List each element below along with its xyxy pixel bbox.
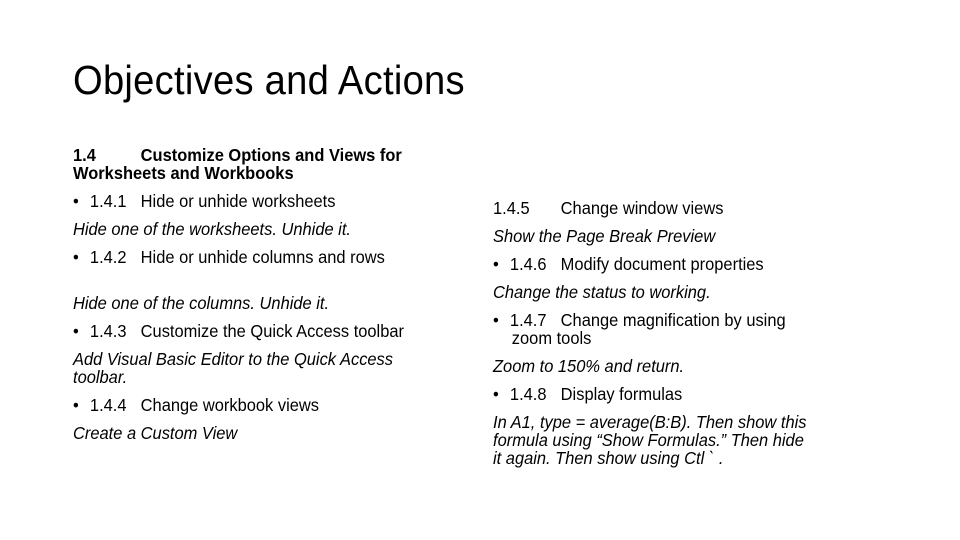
objective-label: Customize the Quick Access toolbar xyxy=(140,321,404,341)
action-text-line2: toolbar. xyxy=(73,367,128,387)
objective-label: Hide or unhide worksheets xyxy=(140,191,336,211)
objective-number: 1.4.7 xyxy=(509,310,547,330)
left-column: 1.4 Customize Options and Views for Works… xyxy=(73,146,473,442)
slide-title: Objectives and Actions xyxy=(73,57,465,103)
action-text-line2: formula using “Show Formulas.” Then hide xyxy=(493,430,804,450)
bullet-icon: • xyxy=(73,321,79,341)
bullet-icon: • xyxy=(73,247,79,267)
objective-item: • 1.4.7 Change magnification by using xyxy=(493,311,869,329)
objective-number: 1.4.1 xyxy=(89,191,127,211)
objective-number: 1.4.2 xyxy=(89,247,127,267)
action-text: Create a Custom View xyxy=(73,423,238,443)
section-title-line1: Customize Options and Views for xyxy=(140,145,402,165)
objective-item: 1.4.5 Change window views xyxy=(493,199,869,217)
objective-number: 1.4.4 xyxy=(89,395,127,415)
action-text-line1: In A1, type = average(B:B). Then show th… xyxy=(493,412,807,432)
objective-item: • 1.4.8 Display formulas xyxy=(493,385,869,403)
objective-item: • 1.4.2 Hide or unhide columns and rows xyxy=(73,248,449,266)
action-text: Change the status to working. xyxy=(493,282,711,302)
bullet-icon: • xyxy=(73,191,79,211)
action-text: Hide one of the columns. Unhide it. xyxy=(73,293,330,313)
objective-number: 1.4.6 xyxy=(509,254,547,274)
objective-number: 1.4.5 xyxy=(493,198,530,218)
objective-number: 1.4.8 xyxy=(509,384,547,404)
section-number: 1.4 xyxy=(73,145,96,165)
objective-label-line2: zoom tools xyxy=(511,328,592,348)
action-text: Hide one of the worksheets. Unhide it. xyxy=(73,219,351,239)
action-text: Show the Page Break Preview xyxy=(493,226,716,246)
objective-number: 1.4.3 xyxy=(89,321,127,341)
action-text-line1: Add Visual Basic Editor to the Quick Acc… xyxy=(73,349,394,369)
action-text-line3: it again. Then show using Ctl ` . xyxy=(493,448,724,468)
objective-item: • 1.4.4 Change workbook views xyxy=(73,396,449,414)
bullet-icon: • xyxy=(493,384,499,404)
section-heading: 1.4 Customize Options and Views for xyxy=(73,146,449,164)
bullet-icon: • xyxy=(73,395,79,415)
section-title-line2: Worksheets and Workbooks xyxy=(73,163,294,183)
objective-label: Change workbook views xyxy=(140,395,319,415)
objective-label: Hide or unhide columns and rows xyxy=(140,247,385,267)
action-text: Zoom to 150% and return. xyxy=(493,356,685,376)
objective-label: Change window views xyxy=(560,198,724,218)
objective-label: Modify document properties xyxy=(560,254,764,274)
objective-label-line1: Change magnification by using xyxy=(560,310,786,330)
right-column: 1.4.5 Change window views Show the Page B… xyxy=(493,199,893,467)
objective-item: • 1.4.3 Customize the Quick Access toolbar xyxy=(73,322,449,340)
bullet-icon: • xyxy=(493,254,499,274)
bullet-icon: • xyxy=(493,310,499,330)
objective-item: • 1.4.1 Hide or unhide worksheets xyxy=(73,192,449,210)
objective-item: • 1.4.6 Modify document properties xyxy=(493,255,869,273)
objective-label: Display formulas xyxy=(560,384,683,404)
